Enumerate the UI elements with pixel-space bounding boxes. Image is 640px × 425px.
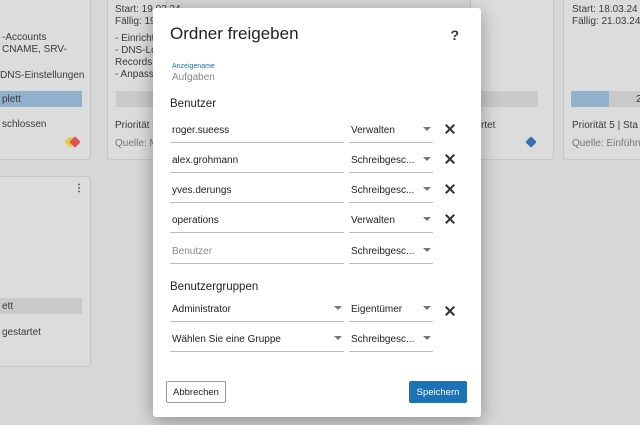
remove-user-icon[interactable] bbox=[443, 152, 457, 166]
remove-group-icon[interactable] bbox=[443, 304, 457, 318]
user-name: yves.derungs bbox=[172, 185, 232, 196]
user-field[interactable]: operations bbox=[170, 209, 344, 233]
chevron-down-icon bbox=[423, 248, 431, 252]
chevron-down-icon bbox=[423, 187, 431, 191]
chevron-down-icon bbox=[423, 336, 431, 340]
chevron-down-icon bbox=[423, 306, 431, 310]
users-section-title: Benutzer bbox=[170, 98, 217, 110]
user-field[interactable]: alex.grohmann bbox=[170, 149, 344, 173]
permission-select[interactable]: Verwalten bbox=[349, 119, 433, 143]
chevron-down-icon bbox=[334, 336, 342, 340]
permission-select[interactable]: Verwalten bbox=[349, 209, 433, 233]
permission-value: Schreibgesc... bbox=[351, 334, 415, 345]
permission-value: Schreibgesc... bbox=[351, 185, 415, 196]
display-name-label: Anzeigename bbox=[172, 63, 215, 70]
permission-select[interactable]: Schreibgesc... bbox=[349, 149, 433, 173]
permission-value: Verwalten bbox=[351, 125, 395, 136]
new-user-placeholder: Benutzer bbox=[172, 246, 213, 257]
permission-select[interactable]: Schreibgesc... bbox=[349, 328, 433, 352]
user-name: alex.grohmann bbox=[172, 155, 239, 166]
chevron-down-icon bbox=[334, 306, 342, 310]
permission-select[interactable]: Eigentümer bbox=[349, 298, 433, 322]
share-folder-dialog: Ordner freigeben ? Anzeigename Aufgaben … bbox=[153, 8, 481, 417]
chevron-down-icon bbox=[423, 127, 431, 131]
permission-value: Verwalten bbox=[351, 215, 395, 226]
permission-value: Eigentümer bbox=[351, 304, 403, 315]
user-field[interactable]: roger.sueess bbox=[170, 119, 344, 143]
help-icon[interactable]: ? bbox=[450, 27, 459, 43]
save-button[interactable]: Speichern bbox=[409, 381, 467, 403]
display-name-value: Aufgaben bbox=[172, 72, 215, 83]
user-name: operations bbox=[172, 215, 219, 226]
permission-value: Schreibgesc... bbox=[351, 155, 415, 166]
new-group-placeholder: Wählen Sie eine Gruppe bbox=[172, 334, 281, 345]
permission-select[interactable]: Schreibgesc... bbox=[349, 240, 433, 264]
remove-user-icon[interactable] bbox=[443, 212, 457, 226]
remove-user-icon[interactable] bbox=[443, 122, 457, 136]
permission-value: Schreibgesc... bbox=[351, 246, 415, 257]
user-field[interactable]: yves.derungs bbox=[170, 179, 344, 203]
groups-section-title: Benutzergruppen bbox=[170, 281, 259, 293]
group-select[interactable]: Wählen Sie eine Gruppe bbox=[170, 328, 344, 352]
user-name: roger.sueess bbox=[172, 125, 230, 136]
group-select[interactable]: Administrator bbox=[170, 298, 344, 322]
permission-select[interactable]: Schreibgesc... bbox=[349, 179, 433, 203]
remove-user-icon[interactable] bbox=[443, 182, 457, 196]
cancel-button[interactable]: Abbrechen bbox=[166, 381, 226, 403]
chevron-down-icon bbox=[423, 157, 431, 161]
chevron-down-icon bbox=[423, 217, 431, 221]
group-name: Administrator bbox=[172, 304, 231, 315]
dialog-title: Ordner freigeben bbox=[170, 24, 299, 43]
new-user-input[interactable]: Benutzer bbox=[170, 240, 344, 264]
